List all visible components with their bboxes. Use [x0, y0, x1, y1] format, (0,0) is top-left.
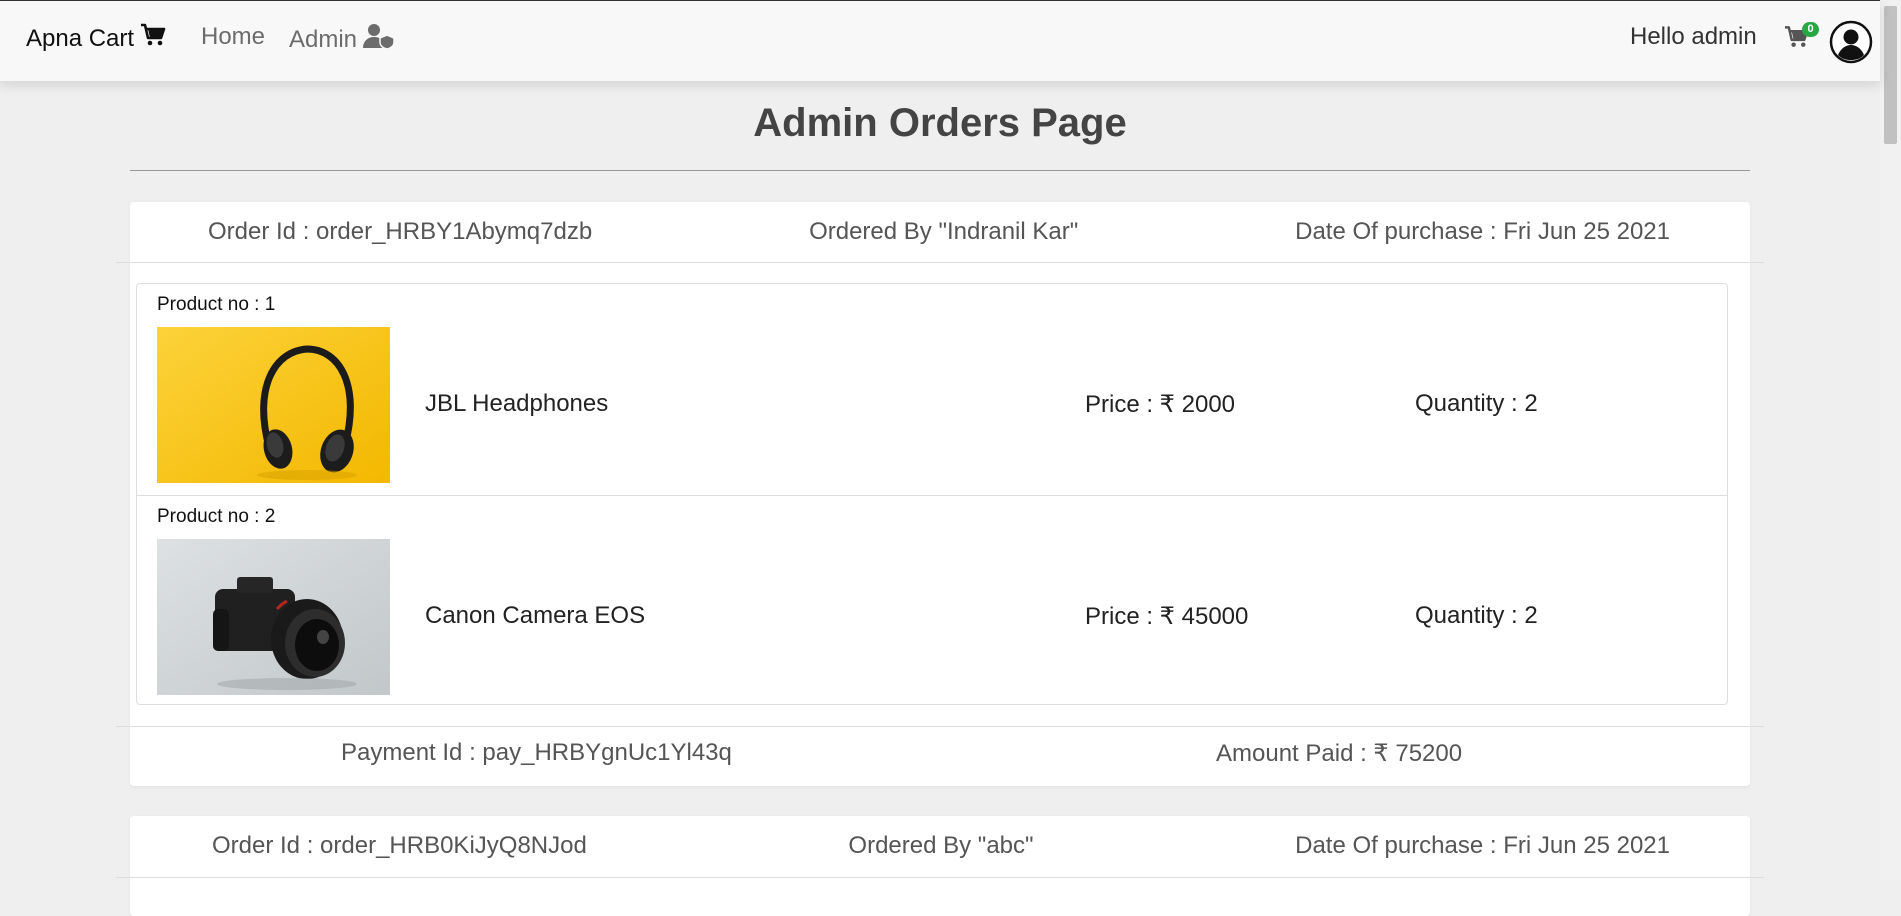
nav-home-link[interactable]: Home — [201, 23, 265, 51]
shopping-cart-icon — [140, 23, 167, 54]
title-divider — [130, 170, 1750, 171]
header-divider — [116, 262, 1764, 263]
user-avatar-button[interactable] — [1829, 20, 1873, 69]
nav-admin-label: Admin — [289, 25, 358, 53]
scrollbar-thumb[interactable] — [1884, 6, 1897, 144]
ordered-by: Ordered By "Indranil Kar" — [809, 218, 1079, 245]
payment-id: Payment Id : pay_HRBYgnUc1Yl43q — [341, 739, 732, 766]
header-divider — [116, 877, 1764, 878]
product-price: Price : ₹ 45000 — [1085, 603, 1249, 630]
cart-count-badge: 0 — [1802, 22, 1819, 37]
order-card: Order Id : order_HRB0KiJyQ8NJod Ordered … — [116, 816, 1764, 916]
page-scrollbar[interactable] — [1880, 0, 1901, 880]
page-title: Admin Orders Page — [753, 101, 1127, 145]
cart-button[interactable]: 0 — [1784, 22, 1819, 54]
order-footer: Payment Id : pay_HRBYgnUc1Yl43q Amount P… — [130, 727, 1750, 786]
brand-label: Apna Cart — [26, 24, 135, 52]
product-name: JBL Headphones — [425, 390, 609, 417]
order-header: Order Id : order_HRB0KiJyQ8NJod Ordered … — [130, 816, 1750, 876]
product-quantity: Quantity : 2 — [1415, 390, 1538, 417]
product-name: Canon Camera EOS — [425, 602, 646, 629]
amount-paid: Amount Paid : ₹ 75200 — [1216, 740, 1463, 767]
user-shield-icon — [363, 23, 395, 56]
product-price: Price : ₹ 2000 — [1085, 391, 1236, 418]
ordered-by: Ordered By "abc" — [848, 832, 1034, 859]
nav-home-label: Home — [201, 23, 266, 50]
order-id: Order Id : order_HRB0KiJyQ8NJod — [212, 832, 587, 859]
user-circle-icon — [1829, 20, 1873, 64]
greeting-text: Hello admin — [1630, 23, 1757, 50]
cart-icon — [1784, 26, 1810, 53]
order-card: Order Id : order_HRBY1Abymq7dzb Ordered … — [116, 202, 1764, 786]
order-id: Order Id : order_HRBY1Abymq7dzb — [208, 218, 593, 245]
product-quantity: Quantity : 2 — [1415, 602, 1538, 629]
product-number: Product no : 2 — [157, 506, 276, 527]
product-number: Product no : 1 — [157, 294, 276, 315]
purchase-date: Date Of purchase : Fri Jun 25 2021 — [1295, 832, 1670, 859]
brand-link[interactable]: Apna Cart — [26, 23, 167, 54]
nav-admin-link[interactable]: Admin — [289, 23, 395, 56]
purchase-date: Date Of purchase : Fri Jun 25 2021 — [1295, 218, 1670, 245]
product-row: Product no : 1 JBL Headphones Price: ₹ … — [137, 284, 1727, 494]
headphones-image — [157, 327, 390, 483]
product-row: Product no : 2 Canon Camera EOS Price: … — [137, 495, 1727, 706]
order-header: Order Id : order_HRBY1Abymq7dzb Ordered … — [130, 202, 1750, 262]
product-list: Product no : 1 JBL Headphones Price: ₹ … — [136, 283, 1728, 705]
camera-image — [157, 539, 390, 695]
top-navbar: Apna Cart Home Admin Hello admin 0 — [0, 0, 1880, 81]
